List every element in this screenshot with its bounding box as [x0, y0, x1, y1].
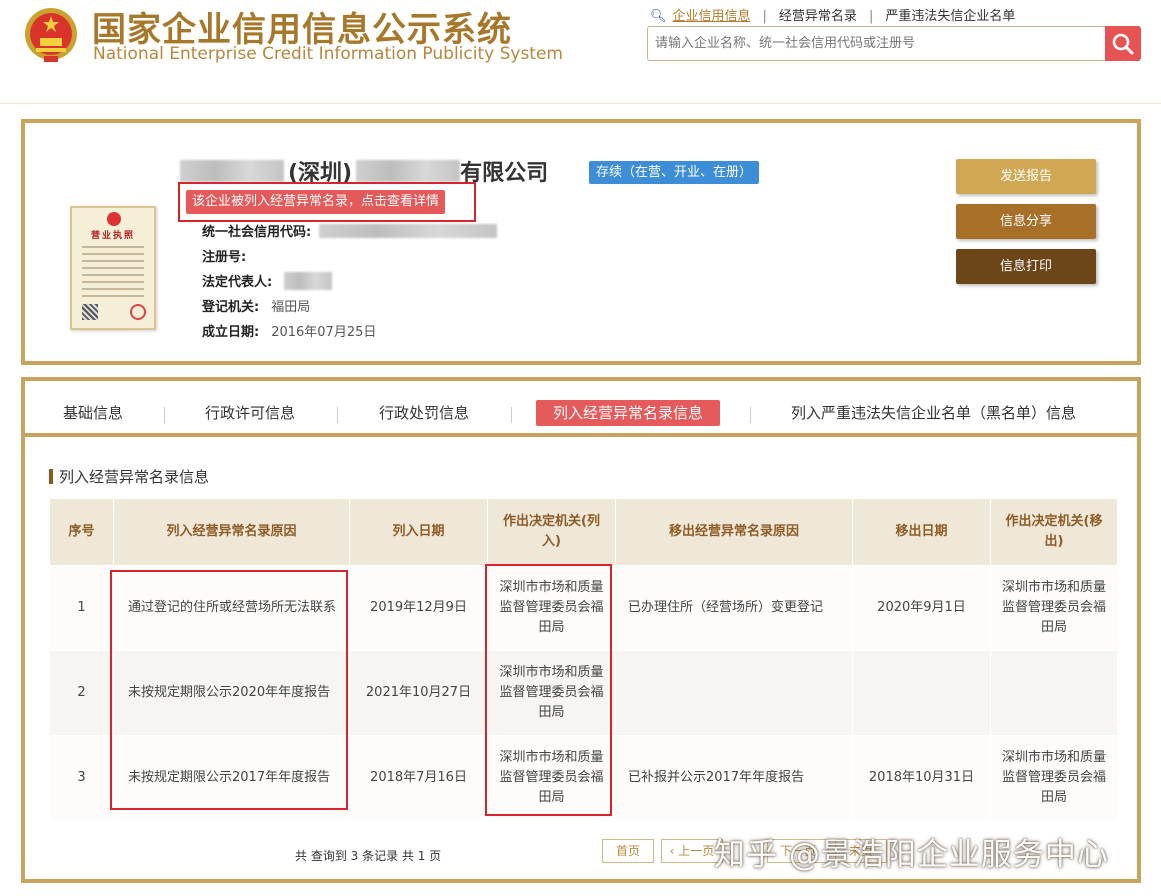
column-header: 移出经营异常名录原因 [615, 498, 853, 566]
column-header: 列入经营异常名录原因 [113, 498, 350, 566]
tab-admin-penalty[interactable]: 行政处罚信息 [379, 400, 469, 426]
search-icon: 🔍︎ [650, 9, 667, 24]
cell-date-out: 2020年9月1日 [852, 565, 991, 651]
license-emblem-icon [107, 212, 121, 226]
first-page-button[interactable]: 首页 [602, 839, 654, 863]
redacted-value [319, 223, 498, 238]
top-nav: 🔍︎ 企业信用信息 | 经营异常名录 | 严重违法失信企业名单 [650, 5, 1015, 24]
table-header-row: 序号 列入经营异常名录原因 列入日期 作出决定机关(列入) 移出经营异常名录原因… [49, 498, 1118, 566]
status-badge: 存续（在营、开业、在册） [589, 161, 760, 184]
info-label: 注册号: [202, 250, 247, 265]
table-row: 3 未按规定期限公示2017年年度报告 2018年7月16日 深圳市市场和质量监… [49, 735, 1118, 821]
detail-panel: 基础信息 行政许可信息 行政处罚信息 列入经营异常名录信息 列入严重违法失信企业… [21, 377, 1141, 883]
prev-page-label: 上一页 [678, 844, 715, 858]
cell-authority-out: 深圳市市场和质量监督管理委员会福田局 [990, 565, 1118, 651]
redacted-value [284, 271, 333, 290]
cell-date-in: 2019年12月9日 [349, 565, 488, 651]
cell-date-in: 2018年7月16日 [349, 735, 488, 821]
info-value: 福田局 [271, 300, 311, 315]
search-input[interactable] [648, 27, 1106, 60]
license-title: 营业执照 [90, 231, 135, 241]
national-emblem-icon [25, 8, 77, 62]
nav-abnormal-list[interactable]: 经营异常名录 [779, 5, 857, 24]
nav-blacklist[interactable]: 严重违法失信企业名单 [885, 5, 1015, 24]
info-reg-number: 注册号: [202, 246, 246, 265]
pager-summary: 共 查询到 3 条记录 共 1 页 [295, 849, 442, 863]
cell-reason-out [615, 650, 853, 736]
column-header: 序号 [49, 498, 114, 566]
tab-divider [337, 407, 338, 423]
business-license-image[interactable]: 营业执照 [70, 206, 156, 330]
cell-reason-in: 未按规定期限公示2020年年度报告 [113, 650, 350, 736]
tab-divider [511, 407, 512, 423]
send-report-button[interactable]: 发送报告 [956, 159, 1096, 194]
column-header: 列入日期 [349, 498, 488, 566]
print-info-button[interactable]: 信息打印 [956, 249, 1096, 284]
cell-date-out [852, 650, 991, 736]
section-marker [49, 469, 53, 484]
site-header: 国家企业信用信息公示系统 National Enterprise Credit … [0, 0, 1161, 104]
tab-bar: 基础信息 行政许可信息 行政处罚信息 列入经营异常名录信息 列入严重违法失信企业… [25, 381, 1137, 437]
redacted-name-2 [356, 160, 461, 182]
cell-authority-in: 深圳市市场和质量监督管理委员会福田局 [487, 650, 616, 736]
search-field [647, 26, 1107, 61]
column-header: 作出决定机关(移出) [990, 498, 1118, 566]
cell-authority-out: 深圳市市场和质量监督管理委员会福田局 [990, 735, 1118, 821]
cell-index: 2 [49, 650, 114, 736]
section-title-text: 列入经营异常名录信息 [59, 468, 210, 486]
info-label: 成立日期: [202, 325, 260, 340]
tab-admin-license[interactable]: 行政许可信息 [205, 400, 295, 426]
nav-divider: | [762, 9, 767, 24]
company-panel: 营业执照 (深圳) 有限公司 存续（在营、开业、在册） 该企业被列入经营异常名录… [21, 119, 1141, 365]
column-header: 作出决定机关(列入) [487, 498, 616, 566]
license-text-lines [82, 246, 144, 302]
cell-reason-in: 未按规定期限公示2017年年度报告 [113, 735, 350, 821]
share-info-button[interactable]: 信息分享 [956, 204, 1096, 239]
info-credit-code: 统一社会信用代码: [202, 221, 498, 240]
info-label: 法定代表人: [202, 275, 273, 290]
redacted-name-1 [180, 160, 284, 182]
cell-authority-out [990, 650, 1118, 736]
cell-date-in: 2021年10月27日 [349, 650, 488, 736]
cell-date-out: 2018年10月31日 [852, 735, 991, 821]
cell-index: 1 [49, 565, 114, 651]
table-row: 1 通过登记的住所或经营场所无法联系 2019年12月9日 深圳市市场和质量监督… [49, 565, 1118, 651]
abnormal-list-table: 序号 列入经营异常名录原因 列入日期 作出决定机关(列入) 移出经营异常名录原因… [49, 498, 1118, 821]
column-header: 移出日期 [852, 498, 991, 566]
qr-code-icon [82, 304, 98, 320]
site-title-en: National Enterprise Credit Information P… [93, 44, 563, 64]
tab-basic-info[interactable]: 基础信息 [63, 400, 123, 426]
cell-reason-in: 通过登记的住所或经营场所无法联系 [113, 565, 350, 651]
cell-authority-in: 深圳市市场和质量监督管理委员会福田局 [487, 565, 616, 651]
tab-divider [750, 407, 751, 423]
info-established-date: 成立日期: 2016年07月25日 [202, 321, 376, 340]
cell-reason-out: 已办理住所（经营场所）变更登记 [615, 565, 853, 651]
table-row: 2 未按规定期限公示2020年年度报告 2021年10月27日 深圳市市场和质量… [49, 650, 1118, 736]
chevron-left-icon: ‹ [669, 844, 679, 858]
info-legal-rep: 法定代表人: [202, 271, 333, 290]
tab-divider [164, 407, 165, 423]
abnormal-alert-link[interactable]: 该企业被列入经营异常名录，点击查看详情 [186, 190, 446, 214]
nav-credit-info[interactable]: 企业信用信息 [673, 5, 751, 24]
seal-icon [130, 304, 146, 320]
cell-reason-out: 已补报并公示2017年年度报告 [615, 735, 853, 821]
cell-index: 3 [49, 735, 114, 821]
search-button[interactable] [1105, 26, 1141, 61]
search-icon [1112, 33, 1134, 54]
info-label: 统一社会信用代码: [202, 225, 312, 240]
cell-authority-in: 深圳市市场和质量监督管理委员会福田局 [487, 735, 616, 821]
alert-highlight: 该企业被列入经营异常名录，点击查看详情 [178, 182, 476, 222]
info-registration-authority: 登记机关: 福田局 [202, 296, 310, 315]
info-label: 登记机关: [202, 300, 260, 315]
info-value: 2016年07月25日 [271, 325, 377, 340]
section-title: 列入经营异常名录信息 [49, 466, 209, 487]
tab-blacklist[interactable]: 列入严重违法失信企业名单（黑名单）信息 [791, 400, 1076, 426]
watermark: 知乎 @景浩阳企业服务中心 [714, 837, 1109, 873]
nav-divider: | [868, 9, 874, 24]
tab-abnormal-list[interactable]: 列入经营异常名录信息 [536, 400, 721, 426]
